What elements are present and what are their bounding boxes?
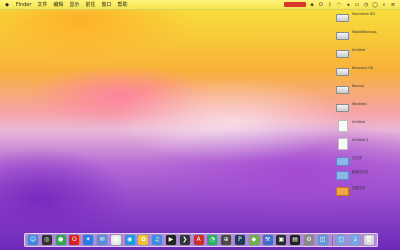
photoshop-icon[interactable]: P [234,235,245,245]
settings-icon[interactable]: ⚙ [303,235,314,245]
hard-drive-icon [336,14,349,22]
hard-drive-icon [336,86,349,94]
documents-icon[interactable]: ▢ [336,235,347,245]
mail-icon[interactable]: ✉ [96,235,107,245]
movie-icon[interactable]: ▶ [165,235,176,245]
desktop-item-label: 新建文件夹 [352,170,369,174]
desktop-item-label: Windows [352,102,367,106]
desktop-drive[interactable]: Untitled [336,48,396,62]
volume-icon[interactable]: ◂ [345,2,351,8]
wechat-icon[interactable]: ◔ [207,235,218,245]
desktop-archive[interactable]: 压缩文件 [336,186,396,200]
maps-icon[interactable]: ◆ [248,235,259,245]
clock-icon[interactable]: ◷ [363,2,369,8]
trash-icon[interactable]: 🗑 [363,235,374,245]
menu-help[interactable]: 帮助 [117,1,127,8]
downloads-icon[interactable]: ⇣ [350,235,361,245]
document-icon [338,120,348,132]
hard-drive-icon [336,104,349,112]
menu-view[interactable]: 显示 [69,1,79,8]
desktop-drive[interactable]: Windows [336,102,396,116]
network-icon[interactable]: ⊕ [221,235,232,245]
menu-edit[interactable]: 编辑 [53,1,63,8]
dropbox-icon[interactable]: ◈ [309,2,315,8]
user-icon[interactable]: ◯ [372,2,378,8]
document-icon [338,138,348,150]
desktop-drive[interactable]: Backup [336,84,396,98]
desktop-item-label: Untitled 2 [352,138,369,142]
finder-icon[interactable]: ☺ [28,235,38,245]
safari-icon[interactable]: ✦ [83,235,94,245]
pdf-icon[interactable]: A [193,235,204,245]
desktop-item-label: Untitled [352,48,366,52]
dock: ☺ ◎ ● O ✦ ✉ ▦ ◉ ✿ ♫ ▶ ❯ A ◔ ⊕ P ◆ ⚒ ▣ ▤ ⚙ ◫ ▢ ⇣ 🗑 [24,233,378,247]
hard-drive-icon [336,50,349,58]
terminal-icon[interactable]: ❯ [179,235,190,245]
folder-icon [336,171,349,180]
desktop-drive[interactable]: MobileBackups [336,30,396,44]
power-icon[interactable]: ⏻ [318,2,324,8]
launchpad-icon[interactable]: ◎ [41,235,52,245]
itunes-icon[interactable]: ♫ [152,235,163,245]
menu-bar-left: ◆ Finder 文件 编辑 显示 前往 窗口 帮助 [0,1,127,9]
folder-icon [336,157,349,166]
preview-icon[interactable]: ◫ [317,235,328,245]
notification-icon[interactable]: ≡ [390,2,396,8]
menu-window[interactable]: 窗口 [101,1,111,8]
apple-icon[interactable]: ◆ [4,2,10,8]
search-icon[interactable]: ⌕ [381,2,387,8]
desktop-document[interactable]: Untitled [336,120,396,134]
desktop-document[interactable]: Untitled 2 [336,138,396,152]
console-icon[interactable]: ▤ [290,235,301,245]
qq-icon[interactable]: ◉ [124,235,135,245]
menu-finder[interactable]: Finder [16,2,31,8]
app-icon[interactable] [284,2,306,7]
opera-icon[interactable]: O [69,235,80,245]
menu-file[interactable]: 文件 [37,1,47,8]
archive-icon [336,187,349,196]
photos-icon[interactable]: ✿ [138,235,149,245]
desktop-folder[interactable]: 文件夹 [336,156,396,170]
desktop-item-label: Macintosh HD [352,12,375,16]
desktop-item-label: MobileBackups [352,30,377,34]
chrome-icon[interactable]: ● [55,235,66,245]
desktop-folder[interactable]: 新建文件夹 [336,170,396,184]
hard-drive-icon [336,68,349,76]
calendar-icon[interactable]: ▦ [110,235,121,245]
desktop-item-label: Backup [352,84,365,88]
desktop-item-label: Recovery HD [352,66,374,70]
hard-drive-icon [336,32,349,40]
dock-separator [331,234,333,246]
battery-icon[interactable]: ▭ [354,2,360,8]
desktop-drive[interactable]: Macintosh HD [336,12,396,26]
bluetooth-icon[interactable]: ᛒ [327,2,333,8]
menu-go[interactable]: 前往 [85,1,95,8]
menu-bar: ◆ Finder 文件 编辑 显示 前往 窗口 帮助 ◈ ⏻ ᛒ ◠ ◂ ▭ ◷… [0,0,400,10]
desktop-drive[interactable]: Recovery HD [336,66,396,80]
desktop-item-label: 压缩文件 [352,186,366,190]
desktop-item-label: Untitled [352,120,366,124]
wifi-icon[interactable]: ◠ [336,2,342,8]
xcode-icon[interactable]: ⚒ [262,235,273,245]
desktop-item-label: 文件夹 [352,156,362,160]
monitor-icon[interactable]: ▣ [276,235,287,245]
menu-bar-status-area: ◈ ⏻ ᛒ ◠ ◂ ▭ ◷ ◯ ⌕ ≡ [284,2,400,8]
